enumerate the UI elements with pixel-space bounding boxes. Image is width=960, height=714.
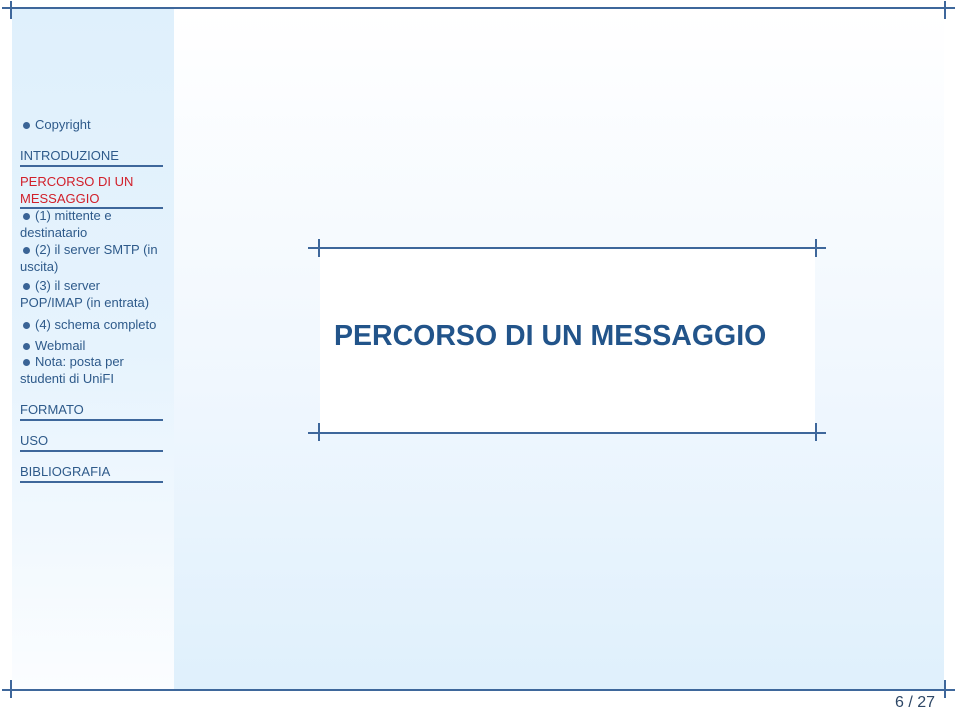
- nav-section-bibliografia[interactable]: BIBLIOGRAFIA: [20, 464, 163, 483]
- nav-section-percorso[interactable]: PERCORSO DI UN MESSAGGIO: [20, 174, 163, 209]
- page-number: 6 / 27: [894, 694, 935, 711]
- bullet-icon: [23, 358, 30, 366]
- title-bottom-left-tick: [318, 423, 320, 441]
- title-top-left-tick: [318, 239, 320, 257]
- frame-title: PERCORSO DI UN MESSAGGIO: [334, 320, 767, 352]
- title-bottom-right-tick: [815, 423, 817, 441]
- nav-item-copyright[interactable]: Copyright: [20, 117, 163, 134]
- bullet-icon: [23, 321, 30, 329]
- bullet-icon: [23, 212, 30, 220]
- bottom-rule: [2, 689, 955, 691]
- nav-section-uso[interactable]: USO: [20, 433, 163, 452]
- nav-item-label: (1) mittente e destinatario: [20, 208, 112, 240]
- nav-item-mittente[interactable]: (1) mittente e destinatario: [20, 208, 163, 241]
- nav-item-label: Nota: posta per studenti di UniFI: [20, 354, 124, 386]
- bottom-left-tick: [10, 680, 12, 698]
- nav-section-label: USO: [20, 433, 49, 448]
- bullet-icon: [23, 282, 30, 290]
- bottom-right-tick: [944, 680, 946, 698]
- nav-item-label: (2) il server SMTP (in uscita): [20, 242, 158, 274]
- bullet-icon: [23, 246, 30, 254]
- top-right-tick: [944, 1, 946, 19]
- nav-section-introduzione[interactable]: INTRODUZIONE: [20, 148, 163, 167]
- top-rule: [2, 7, 955, 9]
- nav-item-label: (4) schema completo: [35, 317, 157, 332]
- title-bottom-rule: [308, 432, 826, 434]
- nav-section-label: BIBLIOGRAFIA: [20, 464, 111, 479]
- title-top-rule: [308, 247, 826, 249]
- nav-item-label: Webmail: [35, 338, 86, 353]
- nav-item-webmail[interactable]: Webmail: [20, 338, 163, 355]
- nav-item-smtp[interactable]: (2) il server SMTP (in uscita): [20, 242, 163, 275]
- nav-section-formato[interactable]: FORMATO: [20, 402, 163, 421]
- nav-section-label: FORMATO: [20, 402, 84, 417]
- nav-section-label: PERCORSO DI UN MESSAGGIO: [20, 174, 134, 206]
- bullet-icon: [23, 342, 30, 350]
- nav-section-label: INTRODUZIONE: [20, 148, 119, 163]
- nav-item-pop-imap[interactable]: (3) il server POP/IMAP (in entrata): [20, 278, 163, 311]
- bullet-icon: [23, 121, 30, 129]
- nav-item-schema[interactable]: (4) schema completo: [20, 317, 163, 334]
- top-left-tick: [10, 1, 12, 19]
- nav-item-label: (3) il server POP/IMAP (in entrata): [20, 278, 150, 310]
- nav-item-label: Copyright: [35, 117, 91, 132]
- title-top-right-tick: [815, 239, 817, 257]
- nav-item-nota[interactable]: Nota: posta per studenti di UniFI: [20, 354, 163, 387]
